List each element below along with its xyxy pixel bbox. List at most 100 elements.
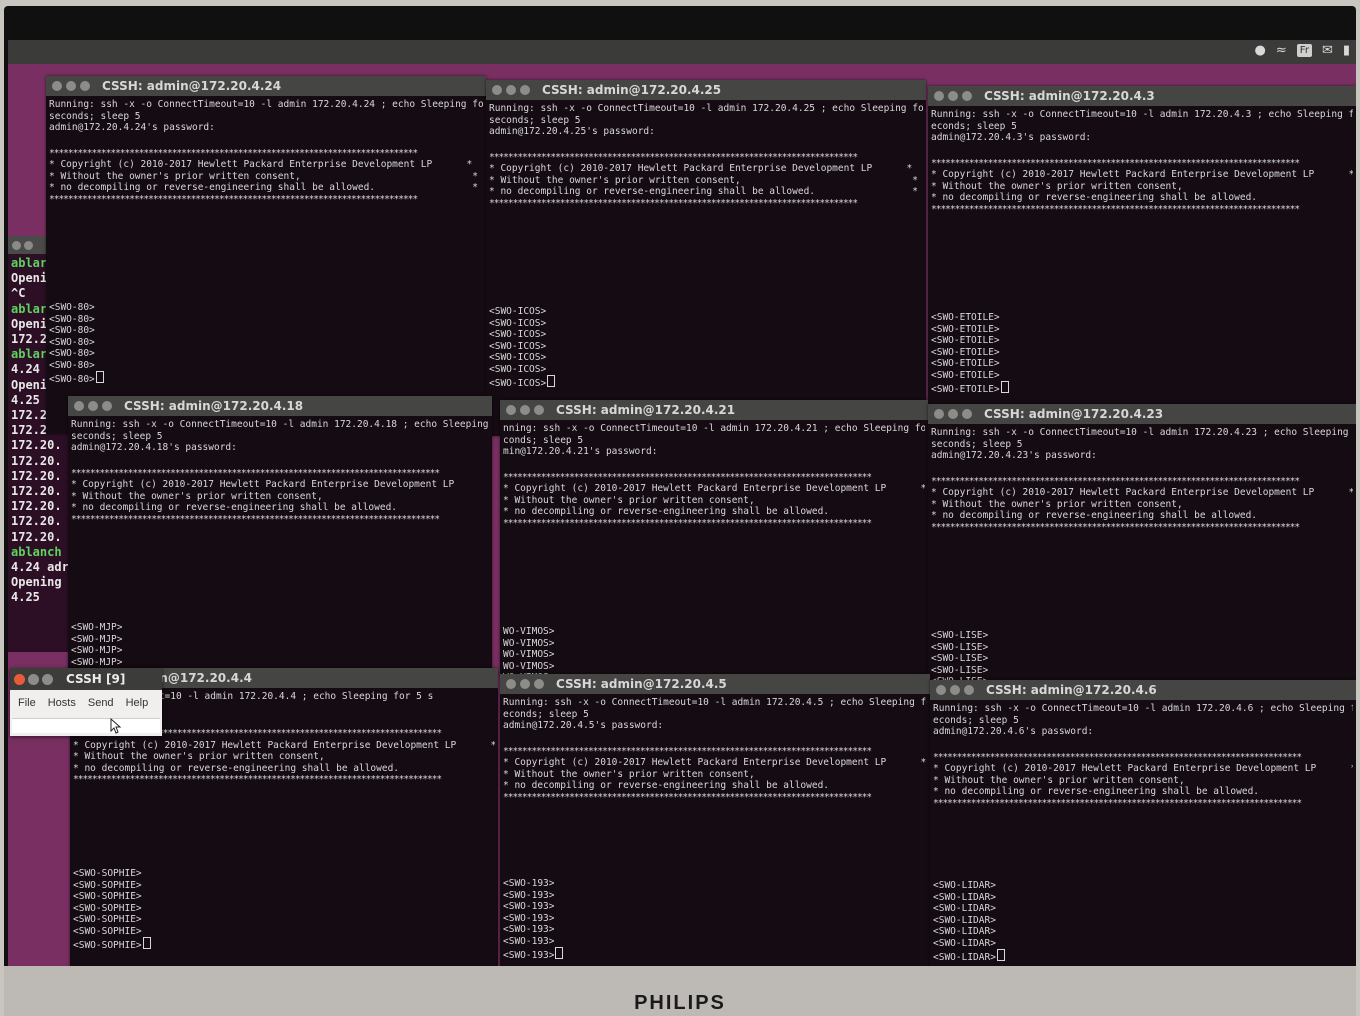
switch-prompt-line: <SWO-193> — [503, 947, 564, 962]
minimize-icon[interactable] — [520, 405, 530, 415]
cssh-terminal-window[interactable]: CSSH: admin@172.20.4.24 Running: ssh -x -… — [46, 76, 486, 434]
banner-border: ****************************************… — [71, 467, 440, 479]
banner-border: ****************************************… — [931, 475, 1300, 487]
maximize-icon[interactable] — [962, 409, 972, 419]
mouse-pointer-icon — [110, 718, 122, 734]
maximize-icon[interactable] — [42, 673, 53, 685]
close-icon[interactable] — [934, 409, 944, 419]
close-icon[interactable] — [934, 91, 944, 101]
sleep-line: conds; sleep 5 — [503, 434, 584, 446]
minimize-icon[interactable] — [88, 401, 98, 411]
switch-prompt: <SWO-ETOILE> — [931, 369, 1000, 381]
switch-prompt-line: <SWO-ICOS> — [489, 352, 555, 364]
close-icon[interactable] — [506, 679, 516, 689]
wifi-icon[interactable]: ≈ — [1276, 43, 1287, 58]
maximize-icon[interactable] — [520, 85, 530, 95]
minimize-icon[interactable] — [66, 81, 76, 91]
switch-prompt-line: <SWO-ICOS> — [489, 341, 555, 353]
switch-prompt: <SWO-ETOILE> — [931, 312, 1000, 323]
menu-file[interactable]: File — [12, 694, 42, 712]
switch-prompt-line: <SWO-ETOILE> — [931, 312, 1009, 324]
cssh-control-window[interactable]: CSSH [9] File Hosts Send Help — [10, 668, 162, 736]
cssh-terminal-window[interactable]: CSSH: admin@172.20.4.3 Running: ssh -x -o… — [928, 86, 1356, 440]
maximize-icon[interactable] — [534, 405, 544, 415]
maximize-icon[interactable] — [964, 685, 974, 695]
banner-noreverse-line: * no decompiling or reverse-engineering … — [489, 186, 918, 197]
switch-prompt: <SWO-ICOS> — [489, 340, 547, 352]
switch-prompt-line: <SWO-SOPHIE> — [73, 891, 151, 903]
terminal-output[interactable]: Running: ssh -x -o ConnectTimeout=10 -l … — [68, 416, 492, 672]
text-cursor — [95, 371, 104, 383]
minimize-icon[interactable] — [506, 85, 516, 95]
banner-copyright-line: * Copyright (c) 2010-2017 Hewlett Packar… — [931, 169, 1353, 180]
terminal-output[interactable]: Running: ssh -x -o ConnectTimeout=10 -l … — [500, 694, 930, 961]
switch-prompt: <SWO-SOPHIE> — [73, 868, 142, 879]
terminal-titlebar: CSSH: admin@172.20.4.21 — [500, 400, 928, 420]
battery-icon[interactable]: ▮ — [1343, 43, 1350, 58]
copyright-banner: ****************************************… — [489, 152, 923, 210]
close-icon[interactable] — [492, 85, 502, 95]
banner-consent-line: * Without the owner's prior written cons… — [503, 494, 925, 506]
menu-help[interactable]: Help — [120, 694, 155, 712]
minimize-icon[interactable] — [28, 673, 39, 685]
maximize-icon[interactable] — [80, 81, 90, 91]
close-icon[interactable] — [506, 405, 516, 415]
banner-copyright-line: * Copyright (c) 2010-2017 Hewlett Packar… — [931, 487, 1353, 498]
terminal-output[interactable]: Running: ssh -x -o ConnectTimeout=10 -l … — [46, 96, 486, 385]
switch-prompt-line: WO-VIMOS> — [503, 626, 563, 638]
cssh-terminal-window[interactable]: CSSH: admin@172.20.4.25 Running: ssh -x -… — [486, 80, 926, 436]
keyboard-layout-indicator[interactable]: Fr — [1296, 44, 1312, 57]
terminal-output[interactable]: Running: ssh -x -o ConnectTimeout=10 -l … — [928, 424, 1356, 680]
terminal-output[interactable]: nning: ssh -x -o ConnectTimeout=10 -l ad… — [500, 420, 928, 676]
switch-prompt-line: <SWO-ICOS> — [489, 364, 555, 376]
banner-copyright-line: * Copyright (c) 2010-2017 Hewlett Packar… — [73, 739, 495, 751]
switch-prompt-line: WO-VIMOS> — [503, 649, 563, 661]
close-icon[interactable] — [936, 685, 946, 695]
switch-prompt: <SWO-80> — [49, 302, 95, 313]
cssh-terminal-window[interactable]: CSSH: admin@172.20.4.5 Running: ssh -x -o… — [500, 674, 930, 972]
control-window-title: CSSH [9] — [66, 672, 126, 686]
close-icon[interactable] — [14, 673, 25, 685]
switch-prompt: <SWO-ICOS> — [489, 329, 547, 340]
switch-prompt: <SWO-MJP> — [71, 633, 123, 645]
switch-prompt-line: <SWO-80> — [49, 371, 104, 386]
switch-prompt-line: WO-VIMOS> — [503, 638, 563, 650]
banner-consent-line: * Without the owner's prior written cons… — [73, 751, 495, 762]
terminal-output[interactable]: Running: ssh -x -o ConnectTimeout=10 -l … — [486, 100, 926, 389]
switch-prompt: <SWO-LIDAR> — [933, 903, 996, 914]
cssh-terminal-window[interactable]: CSSH: admin@172.20.4.23 Running: ssh -x -… — [928, 404, 1356, 680]
terminal-titlebar: CSSH: admin@172.20.4.23 — [928, 404, 1356, 424]
switch-prompt-line: <SWO-LIDAR> — [933, 915, 1005, 927]
banner-border: ****************************************… — [49, 147, 418, 159]
minimize-icon[interactable] — [948, 91, 958, 101]
cssh-terminal-window[interactable]: CSSH: admin@172.20.4.18 Running: ssh -x -… — [68, 396, 492, 672]
copyright-banner: ****************************************… — [73, 728, 495, 786]
menu-hosts[interactable]: Hosts — [42, 694, 82, 712]
text-cursor — [142, 937, 151, 949]
maximize-icon[interactable] — [534, 679, 544, 689]
password-prompt-line: admin@172.20.4.6's password: — [933, 726, 1094, 737]
banner-noreverse-line: * no decompiling or reverse-engineering … — [503, 780, 927, 791]
terminal-output[interactable]: Running: ssh -x -o ConnectTimeout=10 -l … — [930, 700, 1356, 963]
minimize-icon[interactable] — [520, 679, 530, 689]
minimize-icon[interactable] — [950, 685, 960, 695]
mail-icon[interactable]: ✉ — [1322, 43, 1333, 58]
copyright-banner: ****************************************… — [71, 468, 489, 526]
maximize-icon[interactable] — [962, 91, 972, 101]
switch-prompt: <SWO-193> — [503, 912, 555, 924]
switch-prompt: <SWO-80> — [49, 348, 95, 359]
menu-send[interactable]: Send — [82, 694, 120, 712]
close-icon[interactable] — [52, 81, 62, 91]
update-icon[interactable]: ● — [1255, 43, 1266, 58]
terminal-titlebar: CSSH: admin@172.20.4.24 — [46, 76, 486, 96]
terminal-output[interactable]: Running: ssh -x -o ConnectTimeout=10 -l … — [928, 106, 1356, 395]
close-icon[interactable] — [74, 401, 84, 411]
broadcast-input[interactable] — [12, 718, 160, 733]
switch-prompt: <SWO-80> — [49, 313, 95, 325]
minimize-icon[interactable] — [948, 409, 958, 419]
maximize-icon[interactable] — [102, 401, 112, 411]
banner-border: ****************************************… — [503, 517, 872, 529]
cssh-terminal-window[interactable]: CSSH: admin@172.20.4.21 nning: ssh -x -o … — [500, 400, 928, 676]
cssh-terminal-window[interactable]: CSSH: admin@172.20.4.6 Running: ssh -x -o… — [930, 680, 1356, 972]
terminal-titlebar: CSSH: admin@172.20.4.3 — [928, 86, 1356, 106]
